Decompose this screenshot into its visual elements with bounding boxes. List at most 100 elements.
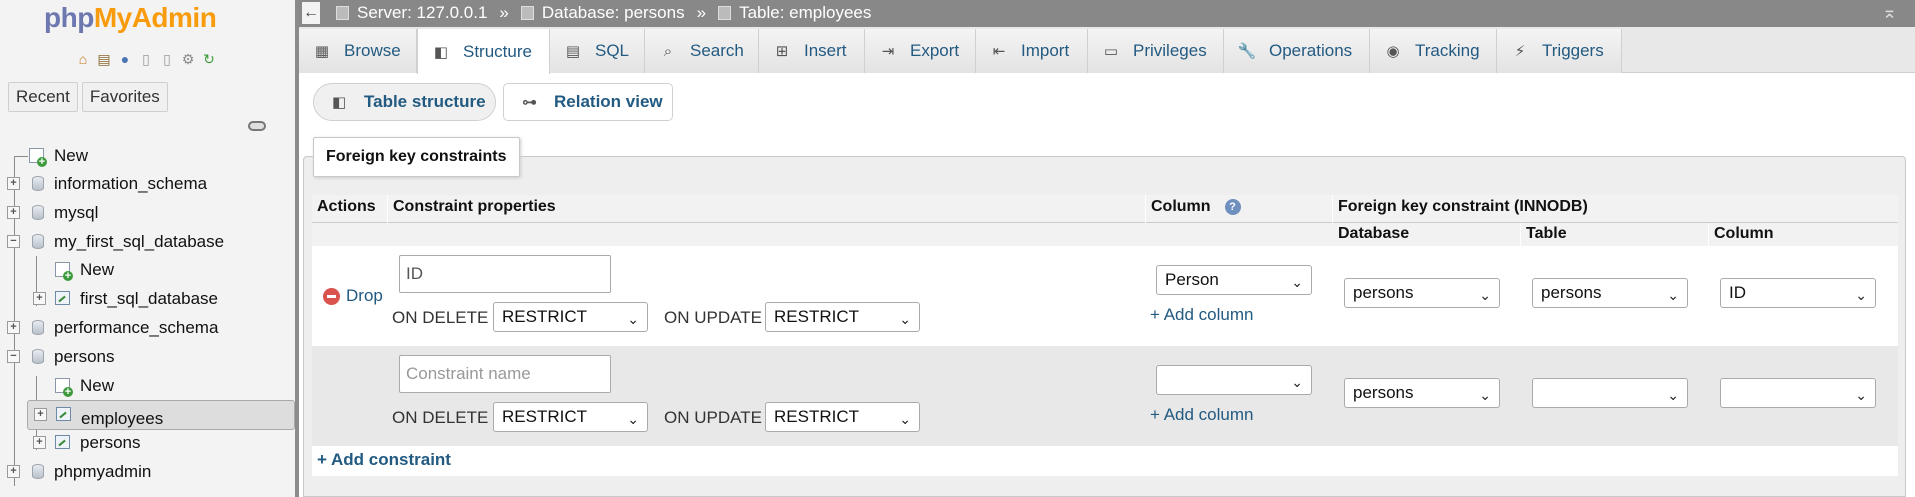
table-icon	[56, 407, 71, 421]
tab-browse[interactable]: ▦ Browse	[299, 29, 417, 73]
tree-item-persons-table[interactable]: + persons	[0, 429, 295, 457]
navigation-resizer[interactable]	[295, 0, 299, 497]
expand-icon[interactable]: +	[34, 408, 47, 421]
expand-icon[interactable]: +	[7, 465, 20, 478]
tree-item-information-schema[interactable]: + information_schema	[0, 170, 295, 198]
header-column: Column?	[1151, 198, 1241, 216]
column-select[interactable]: Person ⌄	[1156, 265, 1312, 295]
tab-tracking[interactable]: ◉ Tracking	[1370, 29, 1497, 73]
expand-icon[interactable]: +	[7, 321, 20, 334]
breadcrumb-server[interactable]: Server: 127.0.0.1	[357, 3, 487, 23]
expand-icon[interactable]: +	[7, 206, 20, 219]
table-icon	[55, 435, 70, 449]
header-actions: Actions	[317, 198, 376, 215]
reload-icon[interactable]: ↻	[200, 50, 218, 68]
chevron-down-icon: ⌄	[1291, 374, 1303, 390]
export-icon: ⇥	[881, 43, 895, 60]
collapse-icon[interactable]: −	[7, 350, 20, 363]
tree-item-new[interactable]: New	[0, 142, 295, 170]
home-icon[interactable]: ⌂	[74, 50, 92, 68]
settings-gear-icon[interactable]: ⚙	[179, 50, 197, 68]
table-row: Constraint name ON DELETE RESTRICT ⌄ ON U…	[312, 346, 1898, 446]
add-column-link[interactable]: + Add column	[1150, 405, 1254, 425]
tab-privileges[interactable]: ▭ Privileges	[1088, 29, 1224, 73]
link-with-main-panel-icon[interactable]	[248, 121, 266, 131]
database-icon	[32, 205, 44, 220]
server-breadcrumb-bar: ← Server: 127.0.0.1 » Database: persons …	[299, 0, 1915, 27]
add-constraint-link[interactable]: + Add constraint	[317, 450, 451, 470]
tab-search[interactable]: ⌕ Search	[645, 29, 759, 73]
header-database: Database	[1338, 225, 1410, 242]
new-icon	[55, 262, 73, 281]
tree-item-performance-schema[interactable]: + performance_schema	[0, 314, 295, 342]
nav-tab-recent[interactable]: Recent	[8, 82, 78, 112]
back-arrow-icon[interactable]: ←	[302, 2, 320, 24]
on-delete-select[interactable]: RESTRICT ⌄	[493, 402, 648, 432]
subtab-table-structure[interactable]: ◧ Table structure	[313, 83, 496, 121]
table-subheader: Database Table Column	[312, 223, 1898, 246]
subtab-relation-view[interactable]: ⊶ Relation view	[503, 83, 673, 121]
ref-database-select[interactable]: persons ⌄	[1344, 278, 1500, 308]
tree-item-employees[interactable]: + employees	[27, 400, 295, 430]
expand-icon[interactable]: +	[33, 292, 46, 305]
search-icon: ⌕	[663, 42, 673, 60]
tree-item-mysql[interactable]: + mysql	[0, 199, 295, 227]
help-icon[interactable]: ●	[116, 50, 134, 68]
on-update-label: ON UPDATE	[664, 308, 762, 327]
help-icon[interactable]: ?	[1224, 198, 1241, 215]
chevron-down-icon: ⌄	[1667, 287, 1679, 303]
breadcrumb-table[interactable]: Table: employees	[739, 3, 871, 23]
tab-structure[interactable]: ◧ Structure	[417, 29, 550, 74]
on-update-label: ON UPDATE	[664, 408, 762, 427]
drop-link[interactable]: Drop	[346, 286, 383, 306]
chevron-down-icon: ⌄	[899, 311, 911, 327]
nav-tab-favorites[interactable]: Favorites	[81, 82, 168, 112]
tree-item-new-persons-table[interactable]: New	[0, 372, 295, 400]
tree-item-first-sql-database[interactable]: + first_sql_database	[0, 285, 295, 313]
tree-item-my-first-sql-database[interactable]: − my_first_sql_database	[0, 228, 295, 256]
header-fk-group: Foreign key constraint (INNODB)	[1338, 198, 1588, 215]
eye-icon: ◉	[1386, 43, 1400, 60]
tab-sql[interactable]: ▤ SQL	[550, 29, 645, 73]
breadcrumb-database[interactable]: Database: persons	[542, 3, 685, 23]
relation-icon: ⊶	[522, 94, 537, 111]
tab-import[interactable]: ⇤ Import	[976, 29, 1088, 73]
ref-table-select[interactable]: ⌄	[1532, 378, 1688, 408]
breadcrumb-separator: »	[696, 3, 707, 22]
tab-operations[interactable]: 🔧 Operations	[1224, 29, 1370, 73]
collapse-icon[interactable]: −	[7, 235, 20, 248]
chevron-down-icon: ⌄	[1479, 287, 1491, 303]
ref-column-select[interactable]: ID ⌄	[1720, 278, 1876, 308]
tree-item-phpmyadmin[interactable]: + phpmyadmin	[0, 458, 295, 486]
add-constraint-row: + Add constraint	[312, 446, 1898, 476]
drop-icon[interactable]	[323, 288, 340, 305]
tab-insert[interactable]: ⊞ Insert	[759, 29, 865, 73]
collapse-header-icon[interactable]: ⌅	[1882, 2, 1897, 23]
on-update-select[interactable]: RESTRICT ⌄	[765, 302, 920, 332]
add-column-link[interactable]: + Add column	[1150, 305, 1254, 325]
column-select[interactable]: ⌄	[1156, 365, 1312, 395]
expand-icon[interactable]: +	[7, 177, 20, 190]
exit-icon[interactable]: ▤	[95, 50, 113, 68]
on-update-select[interactable]: RESTRICT ⌄	[765, 402, 920, 432]
on-delete-select[interactable]: RESTRICT ⌄	[493, 302, 648, 332]
nav-icon-bar: ⌂ ▤ ● ▯ ▯ ⚙ ↻	[74, 50, 218, 70]
new-icon	[55, 378, 73, 397]
breadcrumb-separator: »	[499, 3, 509, 22]
expand-icon[interactable]: +	[33, 436, 46, 449]
phpmyadmin-logo[interactable]: phpMyAdmin	[44, 2, 217, 36]
tree-item-persons-db[interactable]: − persons	[0, 343, 295, 371]
header-ref-column: Column	[1714, 225, 1774, 242]
docs-icon[interactable]: ▯	[137, 50, 155, 68]
ref-column-select[interactable]: ⌄	[1720, 378, 1876, 408]
constraint-name-input[interactable]: ID	[399, 255, 611, 293]
tab-export[interactable]: ⇥ Export	[865, 29, 976, 73]
ref-database-select[interactable]: persons ⌄	[1344, 378, 1500, 408]
tree-item-new-table[interactable]: New	[0, 256, 295, 284]
sql-icon: ▤	[565, 43, 581, 60]
tab-triggers[interactable]: ⚡ Triggers	[1497, 29, 1622, 73]
import-icon: ⇤	[992, 43, 1006, 60]
sql-docs-icon[interactable]: ▯	[158, 50, 176, 68]
ref-table-select[interactable]: persons ⌄	[1532, 278, 1688, 308]
constraint-name-input[interactable]: Constraint name	[399, 355, 611, 393]
